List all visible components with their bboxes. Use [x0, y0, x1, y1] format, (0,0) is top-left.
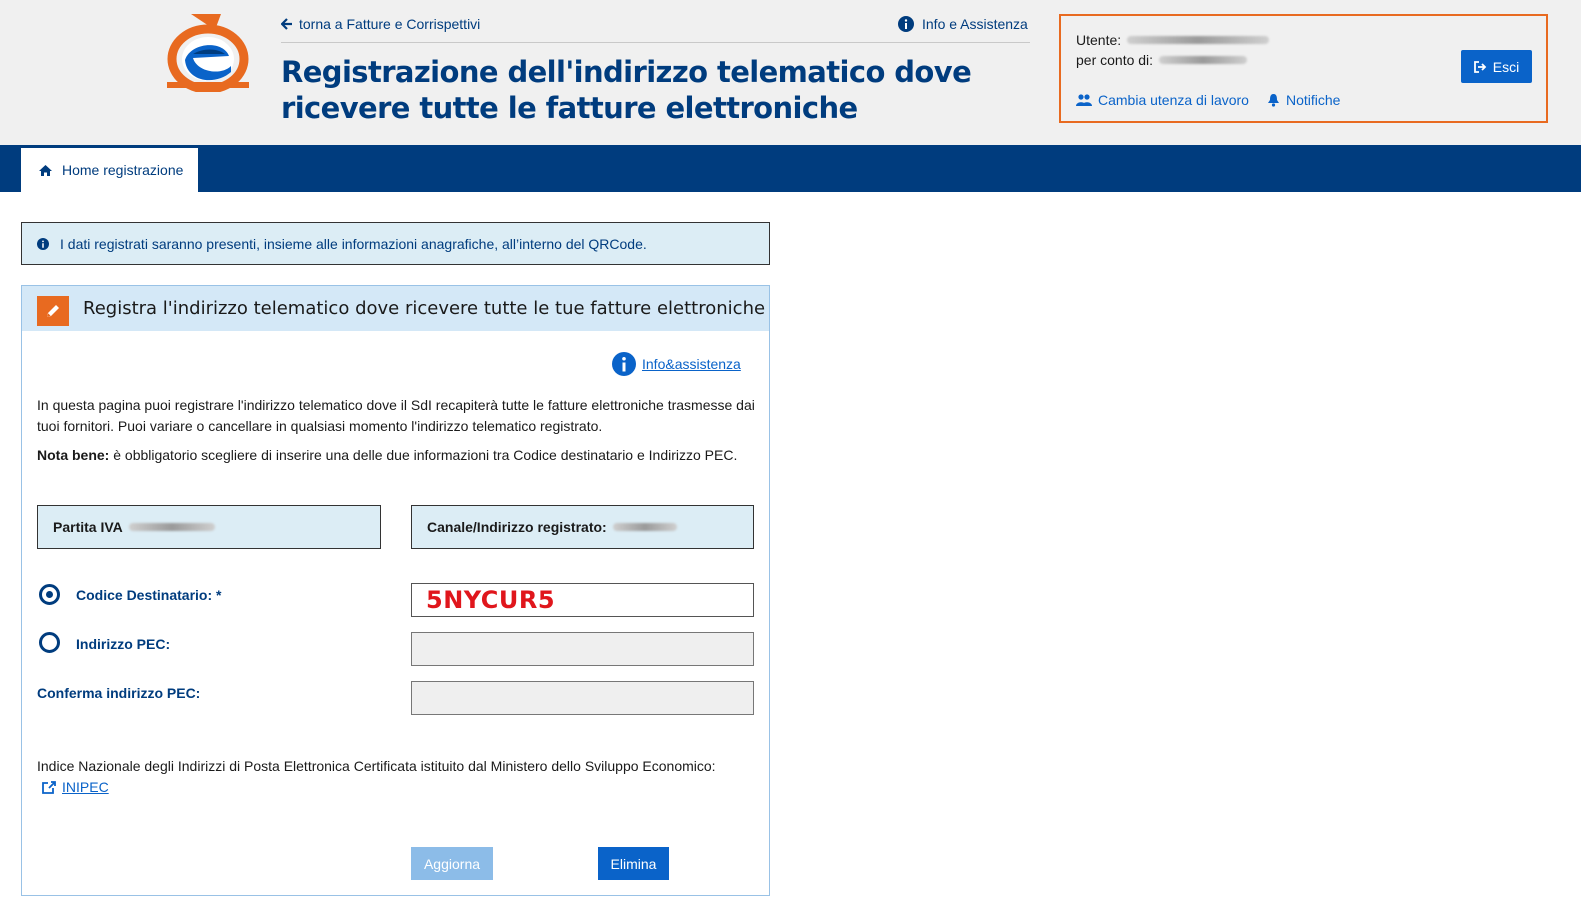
info-link-label: Info e Assistenza [922, 16, 1028, 32]
bell-icon [1267, 94, 1279, 107]
external-link-icon [42, 780, 56, 794]
panel-description: In questa pagina puoi registrare l'indir… [37, 397, 755, 434]
redacted-partita-iva [128, 523, 215, 531]
delete-button[interactable]: Elimina [598, 847, 669, 880]
panel-title: Registra l'indirizzo telematico dove ric… [83, 298, 766, 319]
exit-button[interactable]: Esci [1461, 50, 1532, 83]
agenzia-entrate-logo [167, 14, 249, 92]
redacted-canale [612, 523, 677, 531]
ia-link-label: Info&assistenza [642, 356, 741, 372]
redacted-account [1159, 56, 1248, 64]
change-user-link[interactable]: Cambia utenza di lavoro [1076, 92, 1249, 108]
main-navbar: Home registrazione [0, 145, 1581, 192]
nota-label: Nota bene: [37, 447, 110, 463]
notifications-label: Notifiche [1285, 92, 1341, 108]
inipec-description: Indice Nazionale degli Indirizzi di Post… [37, 758, 716, 774]
page-title: Registrazione dell'indirizzo telematico … [281, 55, 972, 125]
home-tab-label: Home registrazione [62, 162, 184, 178]
user-box: Utente: per conto di: Esci Cambia utenza… [1059, 14, 1548, 123]
user-actions: Cambia utenza di lavoro Notifiche [1076, 92, 1340, 108]
panel-header: Registra l'indirizzo telematico dove ric… [22, 286, 769, 331]
change-user-label: Cambia utenza di lavoro [1098, 92, 1249, 108]
exit-label: Esci [1492, 58, 1520, 75]
nota-text: è obbligatorio scegliere di inserire una… [109, 447, 738, 463]
conferma-pec-input[interactable] [411, 681, 754, 715]
canale-card: Canale/Indirizzo registrato: [411, 505, 754, 549]
notice-text: I dati registrati saranno presenti, insi… [60, 235, 647, 252]
header-divider [281, 42, 1030, 43]
pencil-icon [37, 296, 69, 326]
inipec-label: INIPEC [62, 779, 109, 795]
qrcode-notice: I dati registrati saranno presenti, insi… [21, 222, 770, 265]
partita-iva-card: Partita IVA [37, 505, 381, 549]
codice-destinatario-radio[interactable] [39, 584, 60, 605]
user-line: Utente: [1076, 32, 1270, 48]
home-icon [39, 164, 52, 176]
nota-bene: Nota bene: è obbligatorio scegliere di i… [37, 447, 737, 463]
partita-iva-label: Partita IVA [53, 519, 123, 535]
update-button[interactable]: Aggiorna [411, 847, 493, 880]
indirizzo-pec-radio[interactable] [39, 632, 60, 653]
tab-home-registrazione[interactable]: Home registrazione [21, 148, 198, 192]
info-circle-icon [898, 16, 914, 32]
users-icon [1076, 94, 1092, 106]
codice-destinatario-input[interactable]: 5NYCUR5 [411, 583, 754, 617]
info-assistenza-link[interactable]: Info e Assistenza [898, 16, 1028, 32]
info-circle-icon [612, 352, 636, 376]
per-conto-label: per conto di: [1076, 52, 1154, 68]
back-link-label: torna a Fatture e Corrispettivi [299, 16, 481, 32]
back-to-fatture-link[interactable]: torna a Fatture e Corrispettivi [281, 16, 480, 32]
codice-destinatario-value: 5NYCUR5 [426, 586, 556, 614]
redacted-user [1127, 36, 1270, 44]
info-circle-icon [37, 237, 49, 250]
arrow-left-icon [281, 18, 292, 30]
per-conto-line: per conto di: [1076, 52, 1248, 68]
inipec-link[interactable]: INIPEC [42, 779, 109, 795]
indirizzo-pec-input[interactable] [411, 632, 754, 666]
indirizzo-pec-label: Indirizzo PEC: [76, 636, 171, 652]
registration-panel: Registra l'indirizzo telematico dove ric… [21, 285, 770, 896]
sign-out-icon [1473, 60, 1487, 73]
conferma-pec-label: Conferma indirizzo PEC: [37, 685, 201, 701]
notifications-link[interactable]: Notifiche [1267, 92, 1340, 108]
canale-label: Canale/Indirizzo registrato: [427, 519, 607, 535]
utente-label: Utente: [1076, 32, 1122, 48]
page-header: torna a Fatture e Corrispettivi Info e A… [0, 0, 1581, 145]
codice-destinatario-label: Codice Destinatario: * [76, 587, 222, 603]
info-assistenza-panel-link[interactable]: Info&assistenza [612, 352, 741, 376]
